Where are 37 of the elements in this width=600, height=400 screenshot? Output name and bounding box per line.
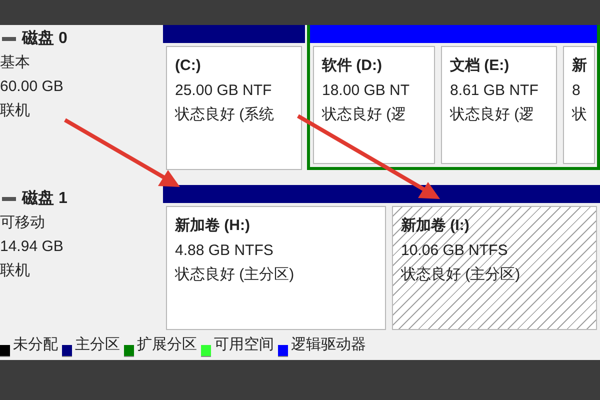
- partition-status: 状: [572, 105, 587, 125]
- partition-status: 状态良好 (逻: [450, 105, 534, 125]
- partition-name: 新加卷 (I:): [401, 216, 470, 236]
- disk-status: 联机: [0, 101, 31, 121]
- partition-block[interactable]: 新 8 状: [563, 46, 595, 164]
- legend-label: 未分配: [13, 335, 58, 356]
- disk-name: 磁盘 0: [22, 28, 68, 49]
- partition-block[interactable]: (C:) 25.00 GB NTF 状态良好 (系统: [166, 46, 302, 170]
- legend-label: 扩展分区: [137, 335, 197, 356]
- partition-size: 4.88 GB NTFS: [175, 240, 274, 260]
- partition-size: 8: [572, 80, 580, 100]
- disk-status: 联机: [0, 261, 31, 281]
- disk-name: 磁盘 1: [22, 188, 68, 209]
- disk-type: 可移动: [0, 213, 46, 233]
- legend-label: 主分区: [75, 335, 120, 356]
- disk-size: 14.94 GB: [0, 237, 64, 257]
- partition-block[interactable]: 新加卷 (H:) 4.88 GB NTFS 状态良好 (主分区): [166, 206, 386, 330]
- partition-name: 文档 (E:): [450, 56, 510, 76]
- partition-name: 软件 (D:): [322, 56, 382, 76]
- partition-size: 8.61 GB NTF: [450, 80, 538, 100]
- partition-status: 状态良好 (主分区): [401, 265, 520, 285]
- disk-type: 基本: [0, 53, 31, 73]
- partition-name: (C:): [175, 56, 201, 76]
- legend-label: 可用空间: [214, 335, 274, 356]
- partition-size: 10.06 GB NTFS: [401, 240, 508, 260]
- partition-block[interactable]: 新加卷 (I:) 10.06 GB NTFS 状态良好 (主分区): [392, 206, 597, 330]
- partition-name: 新加卷 (H:): [175, 216, 250, 236]
- partition-status: 状态良好 (主分区): [175, 265, 294, 285]
- partition-status: 状态良好 (逻: [322, 105, 406, 125]
- partition-size: 25.00 GB NTF: [175, 80, 272, 100]
- legend-label: 逻辑驱动器: [291, 335, 366, 356]
- partition-block[interactable]: 文档 (E:) 8.61 GB NTF 状态良好 (逻: [441, 46, 557, 164]
- partition-block[interactable]: 软件 (D:) 18.00 GB NT 状态良好 (逻: [313, 46, 435, 164]
- partition-name: 新: [572, 56, 587, 76]
- partition-size: 18.00 GB NT: [322, 80, 410, 100]
- disk-size: 60.00 GB: [0, 77, 64, 97]
- partition-status: 状态良好 (系统: [175, 105, 274, 125]
